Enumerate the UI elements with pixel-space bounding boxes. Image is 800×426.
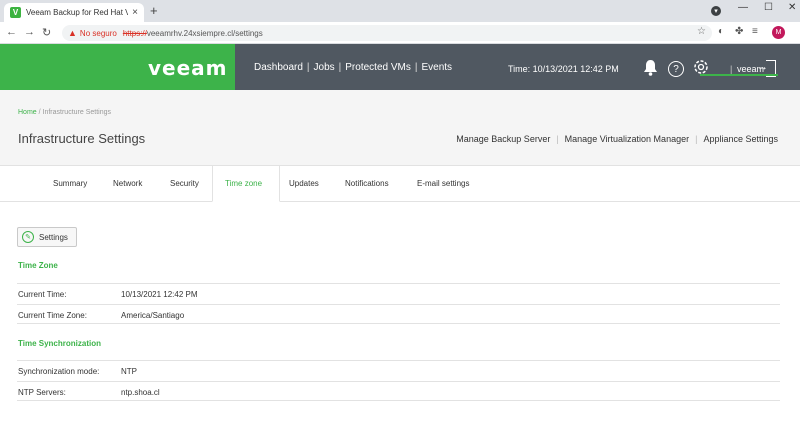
- address-bar-row: ← → ↻ ▲ No seguro https:// veeamrhv.24xs…: [0, 22, 800, 44]
- section-separator: |: [695, 134, 698, 144]
- row-label: Synchronization mode:: [18, 367, 100, 376]
- playlist-icon[interactable]: ≡: [752, 26, 758, 37]
- reload-icon[interactable]: ↻: [42, 26, 51, 39]
- browser-tabstrip: V Veeam Backup for Red Hat Virtu × + ▾ —…: [0, 0, 800, 22]
- settings-button[interactable]: ✎ Settings: [17, 227, 77, 247]
- page-title: Infrastructure Settings: [18, 131, 146, 146]
- forward-icon[interactable]: →: [24, 26, 35, 38]
- section-separator: |: [556, 134, 559, 144]
- close-tab-icon[interactable]: ×: [132, 7, 138, 18]
- back-icon[interactable]: ←: [6, 26, 17, 38]
- edit-settings-icon: ✎: [22, 231, 34, 243]
- nav-jobs[interactable]: Jobs: [314, 62, 335, 73]
- app-header: veeam Dashboard | Jobs | Protected VMs |…: [0, 44, 800, 90]
- page-header: Home / Infrastructure Settings Infrastru…: [0, 90, 800, 166]
- tab-manage-virtualization-manager[interactable]: Manage Virtualization Manager: [565, 134, 689, 144]
- row-value: ntp.shoa.cl: [121, 388, 160, 397]
- nav-events[interactable]: Events: [421, 62, 452, 73]
- table-row: Synchronization mode: NTP: [17, 360, 780, 380]
- subtab-security[interactable]: Security: [170, 179, 199, 188]
- warning-icon[interactable]: ▲: [68, 28, 77, 38]
- table-row: Current Time Zone: America/Santiago: [17, 304, 780, 324]
- header-time: Time: 10/13/2021 12:42 PM: [508, 64, 619, 74]
- breadcrumb: Home / Infrastructure Settings: [18, 109, 111, 116]
- breadcrumb-current: / Infrastructure Settings: [36, 109, 111, 116]
- subtab-updates[interactable]: Updates: [289, 179, 319, 188]
- veeam-favicon-icon: V: [10, 7, 21, 18]
- row-value: 10/13/2021 12:42 PM: [121, 290, 198, 299]
- gear-icon[interactable]: [692, 58, 710, 80]
- row-label: Current Time Zone:: [18, 311, 87, 320]
- insecure-label[interactable]: No seguro: [80, 29, 117, 38]
- row-label: Current Time:: [18, 290, 67, 299]
- veeam-logo[interactable]: veeam: [148, 56, 228, 80]
- active-section-underline: [700, 74, 778, 76]
- nav-separator: |: [338, 62, 342, 73]
- browser-tab[interactable]: V Veeam Backup for Red Hat Virtu ×: [4, 3, 144, 22]
- url-path: veeamrhv.24xsiempre.cl/settings: [146, 28, 263, 38]
- table-row: Current Time: 10/13/2021 12:42 PM: [17, 283, 780, 303]
- url-scheme: https://: [122, 28, 147, 38]
- main-nav: Dashboard | Jobs | Protected VMs | Event…: [254, 62, 452, 73]
- window-close-icon[interactable]: ✕: [788, 2, 796, 13]
- subtab-time-zone[interactable]: Time zone: [225, 179, 262, 188]
- nav-dashboard[interactable]: Dashboard: [254, 62, 303, 73]
- subtab-network[interactable]: Network: [113, 179, 142, 188]
- nav-protected-vms[interactable]: Protected VMs: [345, 62, 411, 73]
- url-input[interactable]: ▲ No seguro https:// veeamrhv.24xsiempre…: [62, 25, 712, 41]
- brand-area: veeam: [0, 44, 235, 90]
- row-value: NTP: [121, 367, 137, 376]
- profile-avatar[interactable]: M: [772, 26, 785, 39]
- tab-manage-backup-server[interactable]: Manage Backup Server: [456, 134, 550, 144]
- help-icon[interactable]: ?: [668, 61, 684, 77]
- time-zone-heading: Time Zone: [18, 261, 58, 270]
- new-tab-button[interactable]: +: [150, 3, 158, 18]
- breadcrumb-home[interactable]: Home: [18, 109, 37, 116]
- tab-search-icon[interactable]: ▾: [711, 6, 721, 16]
- row-label: NTP Servers:: [18, 388, 66, 397]
- browser-tab-title: Veeam Backup for Red Hat Virtu: [26, 8, 129, 17]
- puzzle-icon[interactable]: ✤: [735, 26, 743, 37]
- table-row: NTP Servers: ntp.shoa.cl: [17, 381, 780, 401]
- subtab-summary[interactable]: Summary: [53, 179, 87, 188]
- user-separator: |: [730, 64, 733, 74]
- nav-separator: |: [414, 62, 418, 73]
- time-sync-heading: Time Synchronization: [18, 339, 101, 348]
- section-nav: Manage Backup Server | Manage Virtualiza…: [456, 134, 778, 144]
- bookmark-star-icon[interactable]: ☆: [697, 26, 706, 37]
- maximize-icon[interactable]: ☐: [764, 2, 773, 13]
- subtab-bar: Summary Network Security Time zone Updat…: [0, 166, 800, 202]
- minimize-icon[interactable]: —: [738, 2, 748, 13]
- bell-icon[interactable]: [643, 59, 658, 80]
- nav-separator: |: [306, 62, 310, 73]
- extension-icon[interactable]: ◐: [718, 26, 724, 37]
- row-value: America/Santiago: [121, 311, 185, 320]
- tab-appliance-settings[interactable]: Appliance Settings: [703, 134, 778, 144]
- settings-button-label: Settings: [39, 232, 68, 242]
- subtab-notifications[interactable]: Notifications: [345, 179, 389, 188]
- subtab-email-settings[interactable]: E-mail settings: [417, 179, 469, 188]
